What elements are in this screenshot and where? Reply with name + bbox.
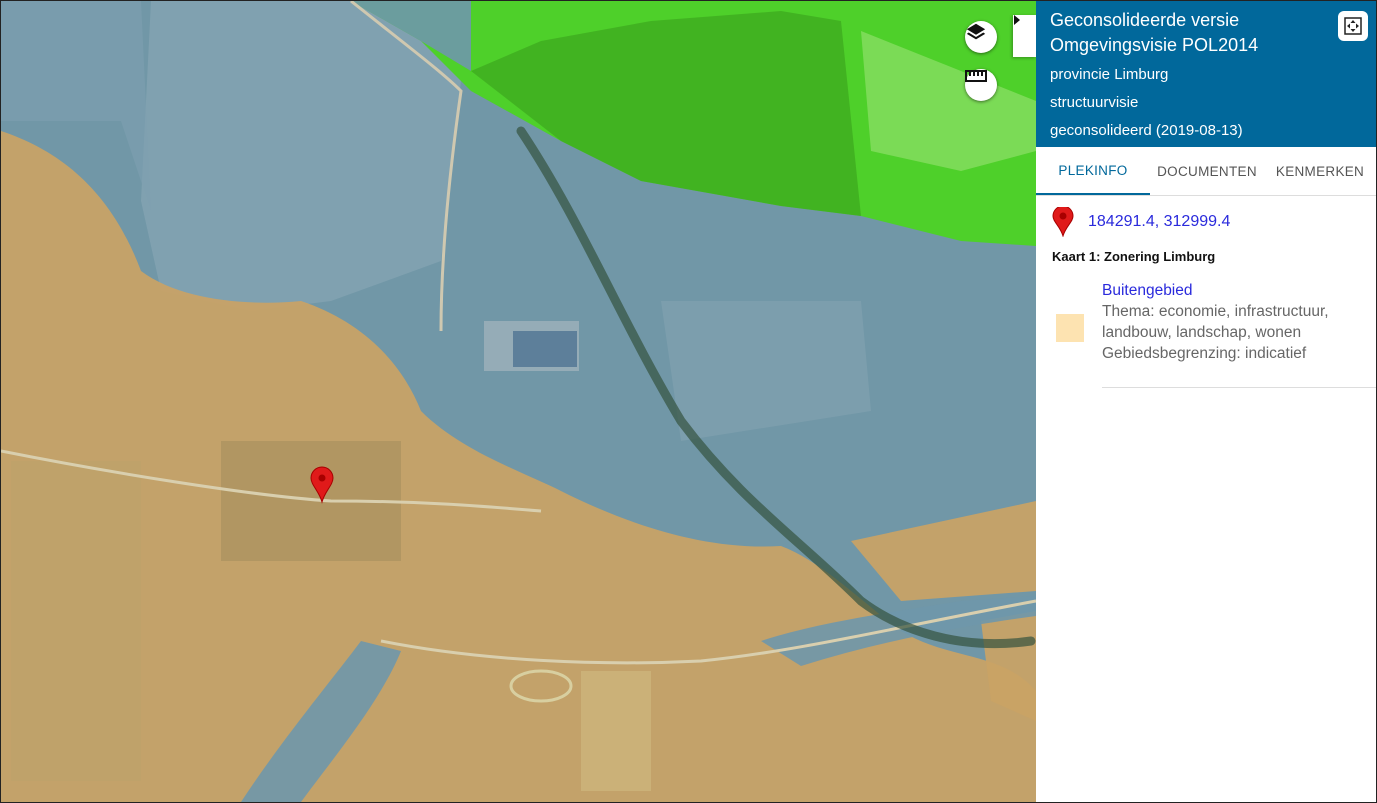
legend-swatch (1056, 314, 1084, 342)
info-panel: Geconsolideerde versie Omgevingsvisie PO… (1036, 1, 1376, 802)
app-frame: Geconsolideerde versie Omgevingsvisie PO… (0, 0, 1377, 803)
coordinates-link[interactable]: 184291.4, 312999.4 (1088, 213, 1230, 231)
plan-status: geconsolideerd (2019-08-13) (1050, 122, 1243, 139)
plan-organisation: provincie Limburg (1050, 66, 1169, 83)
map-marker-icon (1052, 207, 1074, 237)
layers-icon[interactable] (965, 21, 997, 53)
panel-header: Geconsolideerde versie Omgevingsvisie PO… (1036, 1, 1376, 147)
legend-description-line: Gebiedsbegrenzing: indicatief (1102, 345, 1307, 362)
location-row: 184291.4, 312999.4 (1052, 207, 1230, 237)
field-patch (141, 1, 471, 311)
fullscreen-icon[interactable] (1338, 11, 1368, 41)
panel-tabs: PLEKINFO DOCUMENTEN KENMERKEN (1036, 147, 1376, 196)
ruler-icon[interactable] (965, 69, 997, 101)
building (513, 331, 577, 367)
tab-documenten[interactable]: DOCUMENTEN (1150, 147, 1264, 195)
orchard-area (11, 461, 141, 781)
legend-description-line: Thema: economie, infrastructuur, (1102, 303, 1329, 320)
caret-right-icon[interactable] (1013, 15, 1036, 57)
plan-type: structuurvisie (1050, 94, 1139, 111)
legend-name-link[interactable]: Buitengebied (1102, 280, 1357, 301)
map-canvas[interactable] (1, 1, 1036, 802)
divider (1102, 387, 1376, 388)
field-area (581, 671, 651, 791)
tab-plekinfo[interactable]: PLEKINFO (1036, 147, 1150, 195)
legend-text: Buitengebied Thema: economie, infrastruc… (1102, 280, 1357, 364)
legend-description-line: landbouw, landschap, wonen (1102, 324, 1302, 341)
tab-kenmerken[interactable]: KENMERKEN (1264, 147, 1376, 195)
plan-title: Geconsolideerde versie Omgevingsvisie PO… (1050, 10, 1259, 55)
kaart-label: Kaart 1: Zonering Limburg (1052, 249, 1216, 264)
map-view[interactable] (1, 1, 1036, 802)
plan-meta: provincie Limburg structuurvisie geconso… (1050, 61, 1362, 145)
